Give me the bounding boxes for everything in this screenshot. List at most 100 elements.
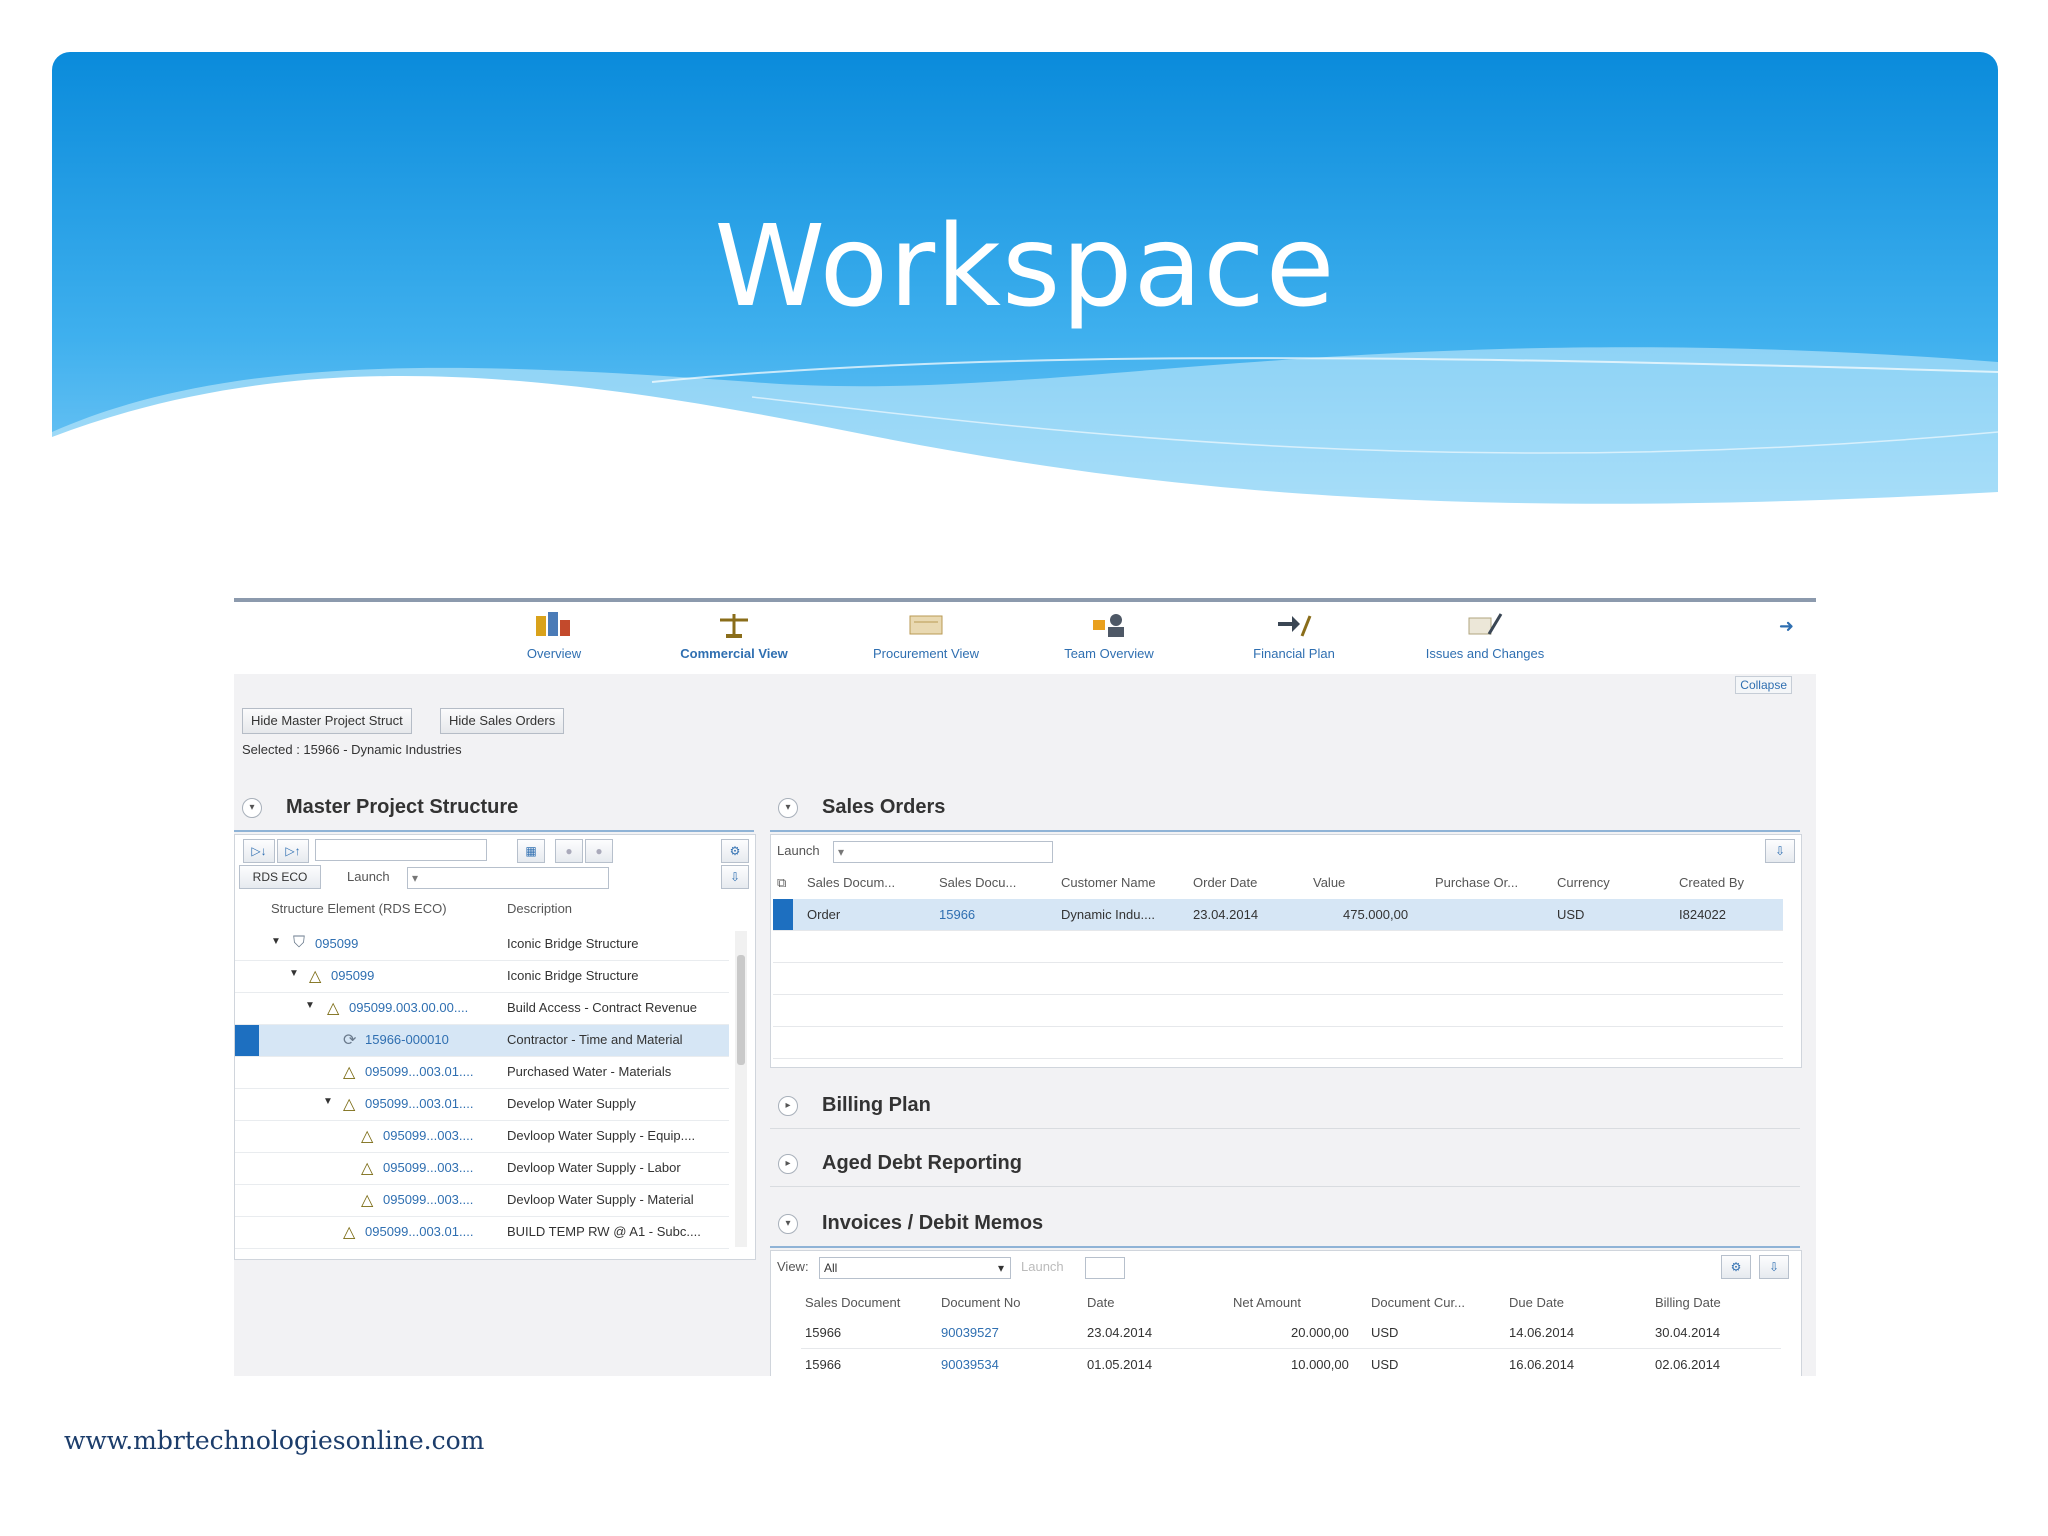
- invoice-row[interactable]: 15966 90039527 23.04.2014 20.000,00 USD …: [801, 1317, 1781, 1349]
- inv-export-button[interactable]: ⇩: [1759, 1255, 1789, 1279]
- slide-banner: Workspace: [52, 52, 1998, 572]
- rds-eco-button[interactable]: RDS ECO: [239, 865, 321, 889]
- settings-button[interactable]: ⚙: [721, 839, 749, 863]
- slide-title: Workspace: [714, 202, 1336, 332]
- inv-col-net-amount: Net Amount: [1233, 1295, 1301, 1310]
- footer-url[interactable]: www.mbrtechnologiesonline.com: [64, 1426, 484, 1455]
- expand-arrow-icon[interactable]: ▼: [271, 936, 281, 947]
- so-export-button[interactable]: ⇩: [1765, 839, 1795, 863]
- sales-order-row[interactable]: Order 15966 Dynamic Indu.... 23.04.2014 …: [773, 899, 1783, 931]
- tree-row[interactable]: △ 095099...003.01.... Purchased Water - …: [235, 1057, 729, 1089]
- nav-team-overview[interactable]: Team Overview: [1044, 608, 1174, 661]
- col-description: Description: [507, 901, 573, 916]
- so-col-purchase-order: Purchase Or...: [1435, 875, 1519, 890]
- inv-col-due-date: Due Date: [1509, 1295, 1564, 1310]
- search-input[interactable]: [315, 839, 487, 861]
- inv-col-billing-date: Billing Date: [1655, 1295, 1721, 1310]
- network-icon: ⟳: [343, 1032, 357, 1049]
- warning-icon: △: [343, 1096, 356, 1113]
- inv-settings-button[interactable]: ⚙: [1721, 1255, 1751, 1279]
- master-structure-panel: ▷↓ ▷↑ ▦ ● ● ⚙ RDS ECO Launch ▾ ⇩ Structu…: [234, 834, 756, 1260]
- warning-icon: △: [361, 1128, 374, 1145]
- tree-row[interactable]: ▼ △ 095099...003.01.... Develop Water Su…: [235, 1089, 729, 1121]
- empty-row: [773, 963, 1783, 995]
- inv-col-sales-document: Sales Document: [805, 1295, 901, 1310]
- collapse-sales-icon[interactable]: ▾: [778, 798, 798, 818]
- project-icon: ⛉: [293, 934, 306, 951]
- collapse-button[interactable]: Collapse: [1735, 676, 1792, 694]
- warning-icon: △: [361, 1160, 374, 1177]
- divider: [770, 1128, 1800, 1129]
- scrollbar-thumb[interactable]: [737, 955, 745, 1065]
- nav-bar: Overview Commercial View Procurement Vie…: [234, 602, 1816, 674]
- so-col-customer-name: Customer Name: [1061, 875, 1156, 890]
- tree-row-selected[interactable]: ⟳ 15966-000010 Contractor - Time and Mat…: [235, 1025, 729, 1057]
- warning-icon: △: [361, 1192, 374, 1209]
- expand-billing-icon[interactable]: ▸: [778, 1096, 798, 1116]
- launch-label: Launch: [347, 869, 390, 884]
- next-button[interactable]: ●: [585, 839, 613, 863]
- so-launch-label: Launch: [777, 843, 820, 858]
- billing-plan-title[interactable]: Billing Plan: [822, 1094, 931, 1117]
- launch-select[interactable]: ▾: [407, 867, 609, 889]
- inv-col-document-no: Document No: [941, 1295, 1021, 1310]
- tree-row[interactable]: △ 095099...003.... Devloop Water Supply …: [235, 1185, 729, 1217]
- collapse-all-button[interactable]: ▷↑: [277, 839, 309, 863]
- nav-issues-and-changes[interactable]: Issues and Changes: [1410, 608, 1560, 661]
- aged-debt-title[interactable]: Aged Debt Reporting: [822, 1152, 1022, 1175]
- forward-arrow-icon[interactable]: ➜: [1779, 616, 1794, 637]
- export-button[interactable]: ⇩: [721, 865, 749, 889]
- tree-row[interactable]: ▼ ⛉ 095099 Iconic Bridge Structure: [235, 929, 729, 961]
- nav-commercial-view[interactable]: Commercial View: [664, 608, 804, 661]
- collapse-invoices-icon[interactable]: ▾: [778, 1214, 798, 1234]
- so-launch-select[interactable]: ▾: [833, 841, 1053, 863]
- so-col-order-date: Order Date: [1193, 875, 1258, 890]
- invoices-rule: [770, 1246, 1800, 1248]
- invoice-row[interactable]: 15966 90039534 01.05.2014 10.000,00 USD …: [801, 1349, 1781, 1376]
- prev-button[interactable]: ●: [555, 839, 583, 863]
- hide-master-project-button[interactable]: Hide Master Project Struct: [242, 708, 412, 734]
- collapse-master-icon[interactable]: ▾: [242, 798, 262, 818]
- inv-col-date: Date: [1087, 1295, 1115, 1310]
- warning-icon: △: [327, 1000, 340, 1017]
- nav-procurement-view[interactable]: Procurement View: [856, 608, 996, 661]
- tree-scrollbar[interactable]: [735, 931, 747, 1247]
- expand-aged-debt-icon[interactable]: ▸: [778, 1154, 798, 1174]
- expand-all-button[interactable]: ▷↓: [243, 839, 275, 863]
- nav-overview[interactable]: Overview: [504, 608, 604, 661]
- procurement-icon: [856, 608, 996, 642]
- empty-row: [773, 931, 1783, 963]
- so-col-sales-doc-type: Sales Docum...: [807, 875, 896, 890]
- inv-col-document-currency: Document Cur...: [1371, 1295, 1465, 1310]
- expand-arrow-icon[interactable]: ▼: [289, 968, 299, 979]
- calendar-button[interactable]: ▦: [517, 839, 545, 863]
- chevron-down-icon: ▾: [997, 1261, 1004, 1275]
- empty-row: [773, 995, 1783, 1027]
- view-select[interactable]: All ▾: [819, 1257, 1011, 1279]
- so-col-value: Value: [1313, 875, 1346, 890]
- view-label: View:: [777, 1259, 809, 1274]
- overview-icon: [504, 608, 604, 642]
- master-structure-title: Master Project Structure: [286, 796, 519, 818]
- expand-arrow-icon[interactable]: ▼: [323, 1096, 333, 1107]
- so-col-created-by: Created By: [1679, 875, 1745, 890]
- empty-row: [773, 1027, 1783, 1059]
- inv-launch-select[interactable]: [1085, 1257, 1125, 1279]
- selection-marker: [235, 1025, 259, 1056]
- expand-arrow-icon[interactable]: ▼: [305, 1000, 315, 1011]
- tree-row[interactable]: △ 095099...003.... Devloop Water Supply …: [235, 1121, 729, 1153]
- tree-row[interactable]: ▼ △ 095099.003.00.00.... Build Access - …: [235, 993, 729, 1025]
- tree-row[interactable]: △ 095099...003.01.... BUILD TEMP RW @ A1…: [235, 1217, 729, 1249]
- invoices-panel: View: All ▾ Launch ⚙ ⇩ Sales Document Do…: [770, 1250, 1802, 1376]
- inv-launch-label: Launch: [1021, 1259, 1064, 1274]
- col-structure-element: Structure Element (RDS ECO): [271, 901, 447, 916]
- copy-icon[interactable]: ⧉: [777, 875, 786, 891]
- nav-financial-plan[interactable]: Financial Plan: [1234, 608, 1354, 661]
- selected-info: Selected : 15966 - Dynamic Industries: [242, 742, 462, 757]
- master-structure-rule: [234, 830, 754, 832]
- tree-row[interactable]: △ 095099...003.... Devloop Water Supply …: [235, 1153, 729, 1185]
- tree-row[interactable]: ▼ △ 095099 Iconic Bridge Structure: [235, 961, 729, 993]
- so-col-sales-doc: Sales Docu...: [939, 875, 1017, 890]
- warning-icon: △: [309, 968, 322, 985]
- hide-sales-orders-button[interactable]: Hide Sales Orders: [440, 708, 565, 734]
